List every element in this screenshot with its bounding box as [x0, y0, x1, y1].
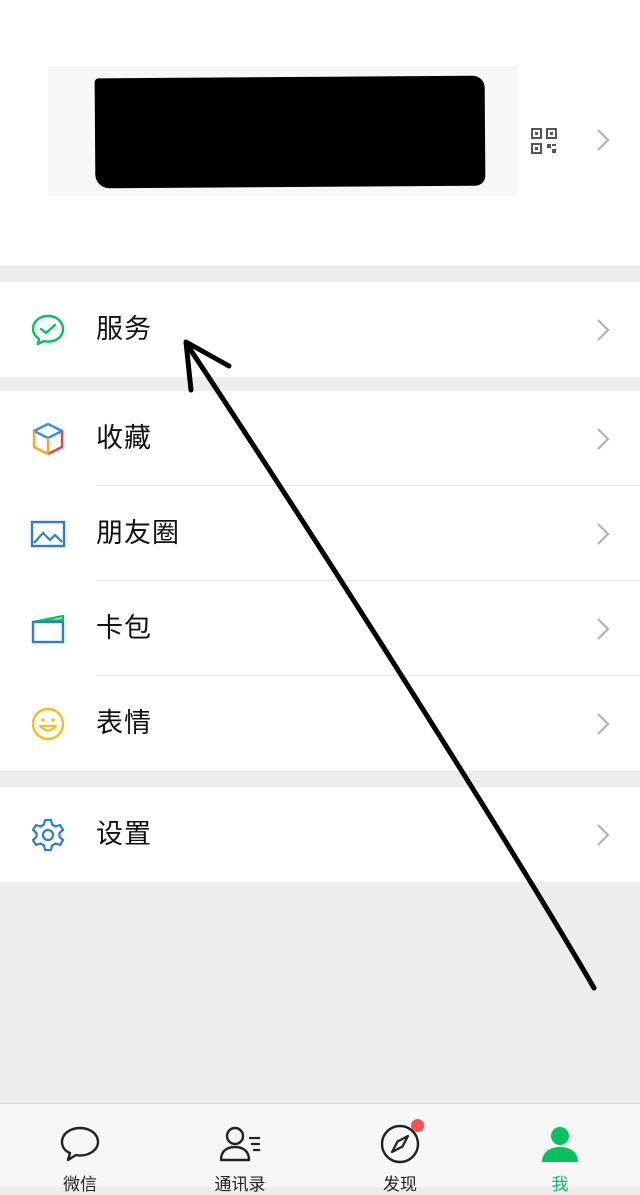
- profile-header[interactable]: [0, 0, 640, 267]
- menu-item-services[interactable]: 服务: [0, 282, 640, 377]
- me-person-icon: [542, 1127, 578, 1162]
- chevron-right-icon: [597, 523, 610, 545]
- chevron-right-icon: [597, 319, 610, 341]
- bottom-tab-bar: 微信 通讯录 发现 我: [0, 1103, 640, 1195]
- menu-label-moments: 朋友圈: [96, 518, 180, 549]
- tab-label-discover: 发现: [383, 1175, 417, 1195]
- chevron-right-icon: [597, 428, 610, 450]
- chevron-right-icon: [597, 713, 610, 735]
- tab-label-chats: 微信: [63, 1175, 97, 1195]
- contacts-person-icon: [219, 1126, 260, 1162]
- tab-me[interactable]: 我: [480, 1104, 640, 1195]
- menu-group-services: 服务: [0, 282, 640, 377]
- tab-discover[interactable]: 发现: [320, 1104, 480, 1195]
- chat-bubble-icon: [60, 1126, 100, 1162]
- tab-label-me: 我: [551, 1175, 569, 1195]
- services-chat-check-icon: [31, 314, 65, 346]
- menu-group-settings: 设置: [0, 787, 640, 882]
- menu-item-settings[interactable]: 设置: [0, 787, 640, 882]
- menu-item-stickers[interactable]: 表情: [0, 676, 640, 771]
- menu-label-settings: 设置: [96, 819, 152, 850]
- gear-icon: [31, 818, 65, 852]
- card-wallet-icon: [31, 614, 65, 644]
- redacted-profile-block: [94, 75, 486, 189]
- notification-dot: [411, 1119, 424, 1132]
- chevron-right-icon: [597, 824, 610, 846]
- menu-label-cards: 卡包: [96, 613, 152, 644]
- menu-item-cards[interactable]: 卡包: [0, 581, 640, 676]
- tab-chats[interactable]: 微信: [0, 1104, 160, 1195]
- chevron-right-icon: [597, 129, 610, 151]
- qr-code-icon[interactable]: [530, 127, 558, 155]
- menu-item-moments[interactable]: 朋友圈: [0, 486, 640, 581]
- tab-contacts[interactable]: 通讯录: [160, 1104, 320, 1195]
- menu-group-main: 收藏 朋友圈 卡包 表情: [0, 391, 640, 771]
- menu-label-services: 服务: [96, 314, 152, 345]
- chevron-right-icon: [597, 618, 610, 640]
- favorites-cube-icon: [32, 422, 64, 456]
- menu-item-favorites[interactable]: 收藏: [0, 391, 640, 486]
- moments-picture-icon: [30, 520, 66, 548]
- smiley-face-icon: [31, 707, 65, 741]
- tab-label-contacts: 通讯录: [214, 1175, 266, 1195]
- menu-label-stickers: 表情: [96, 708, 152, 739]
- menu-label-favorites: 收藏: [96, 423, 152, 454]
